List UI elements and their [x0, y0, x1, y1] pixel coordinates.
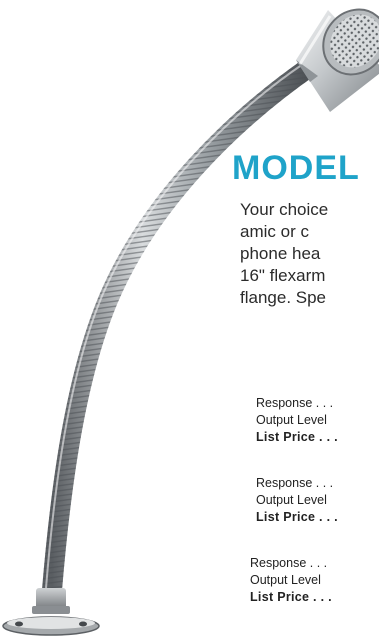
spec-output-level: Output Level — [256, 493, 327, 507]
spec-list-price: List Price . . . — [256, 510, 338, 524]
spec-block: Response . . . Output Level List Price .… — [256, 475, 338, 526]
microphone-head — [296, 8, 379, 112]
description-line: 16" flexarm — [240, 266, 326, 285]
spec-block: Response . . . Output Level List Price .… — [250, 555, 332, 606]
spec-response: Response . . . — [250, 556, 328, 570]
spec-list-price: List Price . . . — [256, 430, 338, 444]
product-description: Your choice amic or c phone hea 16" flex… — [240, 199, 379, 309]
spec-list-price: List Price . . . — [250, 590, 332, 604]
spec-response: Response . . . — [256, 476, 334, 490]
description-line: amic or c — [240, 222, 309, 241]
mounting-flange — [2, 588, 100, 636]
spec-output-level: Output Level — [256, 413, 327, 427]
description-line: Your choice — [240, 200, 329, 219]
spec-response: Response . . . — [256, 396, 334, 410]
description-line: flange. Spe — [240, 288, 327, 307]
spec-output-level: Output Level — [250, 573, 321, 587]
description-line: phone hea — [240, 244, 321, 263]
model-heading: MODEL — [232, 149, 360, 187]
microphone-gooseneck-icon — [2, 8, 379, 636]
spec-block: Response . . . Output Level List Price .… — [256, 395, 338, 446]
catalog-page: MODEL Your choice amic or c phone hea 16… — [0, 0, 379, 639]
